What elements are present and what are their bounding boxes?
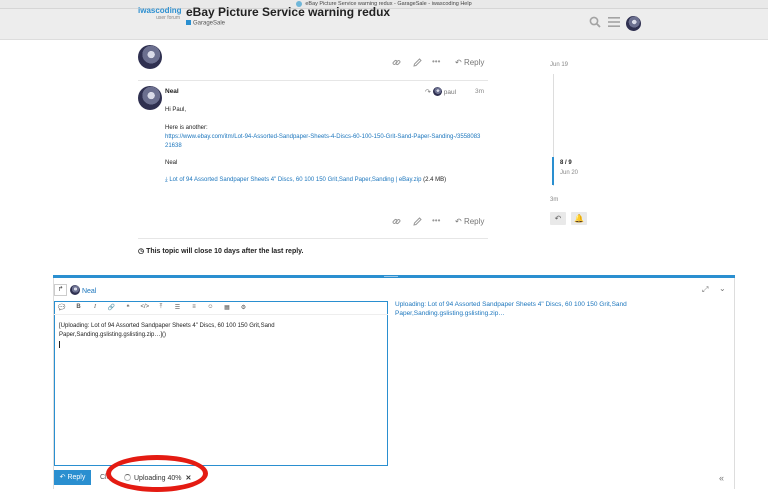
- composer-resize-grip[interactable]: [384, 276, 398, 277]
- pencil-icon[interactable]: [413, 217, 422, 228]
- timeline-position: 8 / 9: [560, 160, 572, 166]
- reply-button-top[interactable]: ↶ Reply: [455, 58, 484, 67]
- reply-to-avatar: [70, 285, 80, 295]
- attachment-size: (2.4 MB): [423, 177, 447, 183]
- post-greeting: Hi Paul,: [165, 107, 187, 113]
- reply-to-arrow-icon: ↷: [425, 89, 431, 96]
- post-line2: Here is another:: [165, 125, 208, 131]
- bullet-list-icon[interactable]: ☰: [174, 304, 182, 311]
- topic-close-notice: ◷ This topic will close 10 days after th…: [138, 247, 304, 255]
- editor-content[interactable]: [Uploading: Lot of 94 Assorted Sandpaper…: [59, 322, 379, 340]
- reply-to-name: Neal: [81, 288, 97, 295]
- highlight-annotation: [106, 455, 208, 492]
- topic-title[interactable]: eBay Picture Service warning redux: [186, 5, 390, 19]
- link-icon[interactable]: [392, 217, 401, 228]
- site-logo[interactable]: iwascoding user forum: [138, 6, 182, 26]
- reply-button-label: Reply: [67, 474, 86, 481]
- numbered-list-icon[interactable]: ≡: [190, 304, 198, 311]
- reply-action-dropdown[interactable]: ↱: [54, 284, 67, 296]
- quote-icon[interactable]: 💬: [58, 304, 66, 311]
- text-caret: [59, 341, 60, 348]
- gear-icon[interactable]: ⚙: [240, 304, 248, 311]
- editor-toolbar: 💬 B I 🔗 ❝ </> ⤒ ☰ ≡ ☺ ▦ ⚙: [54, 301, 388, 315]
- ebay-listing-link[interactable]: https://www.ebay.com/itm/Lot-94-Assorted…: [165, 133, 483, 150]
- expand-icon[interactable]: ⤢: [702, 285, 708, 295]
- reply-to-avatar: [432, 87, 442, 96]
- reply-action-icon: ↱: [57, 286, 64, 293]
- reply-to-indicator[interactable]: ↷ paul: [425, 87, 456, 96]
- post-avatar-top[interactable]: [138, 45, 162, 69]
- timeline-end-time[interactable]: 3m: [550, 197, 558, 203]
- collapse-chevron-icon[interactable]: ⌄: [719, 284, 726, 293]
- composer-reply-button[interactable]: ↶ Reply: [54, 470, 91, 485]
- reply-label: Reply: [463, 58, 485, 67]
- italic-icon[interactable]: I: [91, 304, 99, 311]
- notification-bell-button[interactable]: 🔔: [571, 212, 587, 225]
- logo-subtitle: user forum: [156, 15, 180, 21]
- pencil-icon[interactable]: [413, 58, 422, 69]
- code-icon[interactable]: </>: [141, 304, 150, 311]
- blockquote-icon[interactable]: ❝: [124, 304, 132, 311]
- timeline-start-date[interactable]: Jun 19: [550, 62, 568, 68]
- timeline-handle[interactable]: [552, 157, 554, 185]
- author-avatar[interactable]: [138, 86, 162, 110]
- post-time[interactable]: 3m: [475, 88, 484, 95]
- topic-close-text: This topic will close 10 days after the …: [146, 248, 304, 255]
- logo-part-a: iwas: [138, 6, 156, 15]
- reply-arrow-icon: ↶: [554, 214, 562, 223]
- category-color-icon: [186, 20, 191, 25]
- attachment-line: ⤓ Lot of 94 Assorted Sandpaper Sheets 4"…: [165, 176, 483, 185]
- attachment-link[interactable]: Lot of 94 Assorted Sandpaper Sheets 4" D…: [169, 177, 421, 183]
- category-badge[interactable]: GarageSale: [186, 20, 225, 27]
- post-divider: [138, 238, 488, 239]
- post-divider: [138, 80, 488, 81]
- reply-arrow-icon: ↶: [455, 58, 464, 67]
- bold-icon[interactable]: B: [75, 304, 83, 311]
- reply-arrow-icon: ↶: [455, 217, 464, 226]
- ellipsis-icon[interactable]: •••: [432, 216, 440, 225]
- category-label: GarageSale: [193, 20, 226, 27]
- search-icon[interactable]: [589, 16, 601, 30]
- post-signature: Neal: [165, 160, 178, 166]
- link-icon[interactable]: 🔗: [108, 304, 116, 311]
- reply-label: Reply: [463, 217, 485, 226]
- emoji-icon[interactable]: ☺: [207, 304, 215, 311]
- collapse-preview-icon[interactable]: «: [719, 473, 724, 483]
- timeline-reply-button[interactable]: ↶: [550, 212, 566, 225]
- upload-icon[interactable]: ⤒: [157, 304, 165, 311]
- bell-icon: 🔔: [574, 214, 584, 223]
- composer-preview[interactable]: Uploading: Lot of 94 Assorted Sandpaper …: [395, 300, 665, 318]
- hamburger-icon[interactable]: [608, 17, 620, 29]
- logo-part-b: coding: [155, 6, 182, 15]
- date-icon[interactable]: ▦: [223, 304, 231, 311]
- link-icon[interactable]: [392, 58, 401, 69]
- composer-reply-to[interactable]: Neal: [70, 285, 96, 295]
- ellipsis-icon[interactable]: •••: [432, 57, 440, 66]
- reply-button-post[interactable]: ↶ Reply: [455, 217, 484, 226]
- clock-icon: ◷: [138, 248, 147, 255]
- reply-to-username: paul: [443, 89, 457, 96]
- timeline-position-date: Jun 20: [560, 170, 579, 176]
- current-user-avatar[interactable]: [626, 16, 641, 31]
- author-name[interactable]: Neal: [165, 88, 179, 95]
